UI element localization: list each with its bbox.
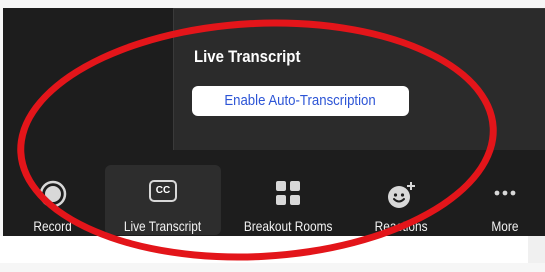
screenshot-frame: Live Transcript Enable Auto-Transcriptio… — [0, 0, 545, 272]
record-icon — [39, 180, 67, 213]
breakout-rooms-button[interactable]: Breakout Rooms — [229, 158, 347, 236]
reactions-icon — [386, 180, 416, 215]
more-button[interactable]: More — [475, 158, 535, 236]
more-label: More — [491, 218, 519, 234]
meeting-controls-area: Live Transcript Enable Auto-Transcriptio… — [3, 8, 545, 236]
reactions-button[interactable]: Reactions — [361, 158, 441, 236]
bottom-strip — [0, 236, 545, 263]
enable-auto-transcription-button[interactable]: Enable Auto-Transcription — [192, 86, 409, 116]
cc-glyph: CC — [155, 185, 171, 196]
cc-icon: CC — [149, 180, 177, 207]
live-transcript-label: Live Transcript — [124, 218, 202, 234]
enable-auto-transcription-label: Enable Auto-Transcription — [224, 92, 377, 109]
meeting-toolbar: Record CC Live Transcript Breakout Rooms… — [3, 158, 545, 236]
record-label: Record — [33, 218, 73, 234]
live-transcript-popup: Live Transcript Enable Auto-Transcriptio… — [173, 8, 545, 150]
more-icon — [492, 180, 518, 211]
record-button[interactable]: Record — [17, 158, 89, 236]
breakout-rooms-label: Breakout Rooms — [243, 218, 333, 234]
breakout-rooms-icon — [275, 180, 301, 211]
popup-title: Live Transcript — [194, 47, 301, 66]
reactions-label: Reactions — [374, 218, 428, 234]
right-edge — [528, 236, 545, 263]
live-transcript-button[interactable]: CC Live Transcript — [105, 165, 221, 235]
